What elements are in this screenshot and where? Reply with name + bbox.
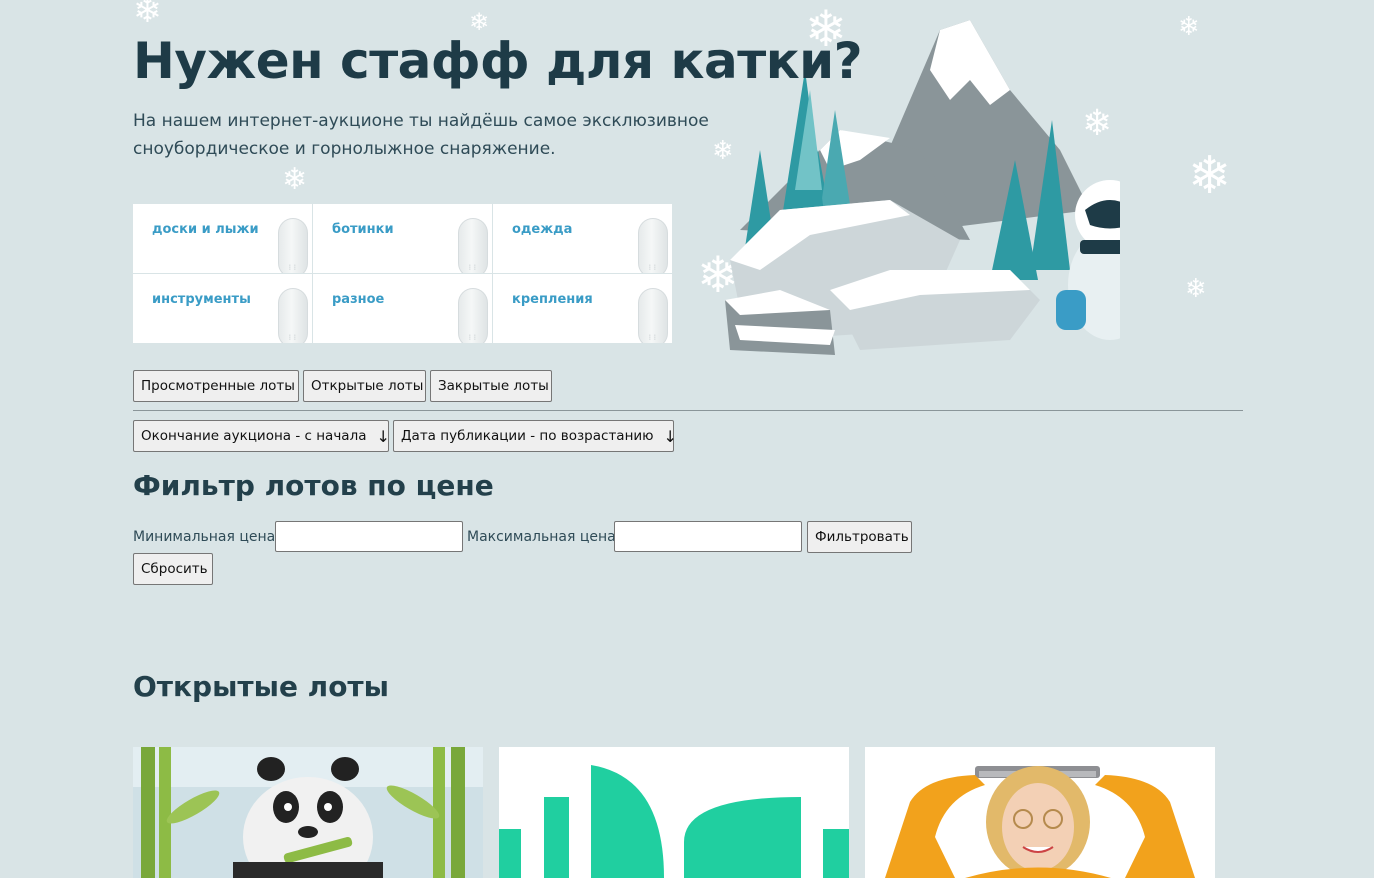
sort-end-date-button[interactable]: Окончание аукциона - с начала ↓	[133, 420, 390, 452]
category-label[interactable]: доски и лыжи	[152, 222, 259, 237]
divider	[133, 410, 1243, 411]
snowboard-icon	[458, 218, 488, 273]
panda-image	[133, 747, 483, 878]
open-lots-title: Открытые лоты	[133, 670, 389, 703]
snowboard-icon	[278, 218, 308, 273]
viewed-lots-button[interactable]: Просмотренные лоты	[133, 370, 299, 402]
closed-lots-button[interactable]: Закрытые лоты	[430, 370, 552, 402]
category-boards-skis[interactable]: доски и лыжи	[133, 204, 312, 273]
category-clothing[interactable]: одежда	[493, 204, 672, 273]
snowboard-icon	[458, 288, 488, 343]
hero-description-line: На нашем интернет-аукционе ты найдёшь са…	[133, 111, 709, 131]
snowboard-icon	[278, 288, 308, 343]
student-image	[865, 747, 1215, 878]
min-price-label: Минимальная цена:	[133, 529, 280, 545]
lot-card-image[interactable]	[865, 747, 1215, 878]
arrow-down-icon: ↓	[376, 426, 390, 446]
max-price-input[interactable]	[614, 521, 802, 552]
open-lots-button[interactable]: Открытые лоты	[303, 370, 426, 402]
category-label[interactable]: крепления	[512, 292, 593, 307]
category-boots[interactable]: ботинки	[313, 204, 492, 273]
category-label[interactable]: инструменты	[152, 292, 251, 307]
reset-button[interactable]: Сбросить	[133, 553, 213, 585]
filter-button[interactable]: Фильтровать	[807, 521, 912, 553]
category-misc[interactable]: разное	[313, 274, 492, 343]
sort-publication-date-button[interactable]: Дата публикации - по возрастанию ↓	[393, 420, 677, 452]
snowboard-icon	[638, 288, 668, 343]
max-price-label: Максимальная цена:	[467, 529, 621, 545]
arrow-down-icon: ↓	[663, 426, 677, 446]
sort-publication-date-label: Дата публикации - по возрастанию	[401, 428, 654, 444]
category-label[interactable]: ботинки	[332, 222, 394, 237]
min-price-input[interactable]	[275, 521, 463, 552]
page-title: Нужен стафф для катки?	[133, 32, 863, 90]
category-label[interactable]: разное	[332, 292, 384, 307]
category-bindings[interactable]: крепления	[493, 274, 672, 343]
filter-title: Фильтр лотов по цене	[133, 469, 494, 502]
hero-description: На нашем интернет-аукционе ты найдёшь са…	[133, 107, 733, 163]
lot-card-image[interactable]	[499, 747, 849, 878]
category-label[interactable]: одежда	[512, 222, 572, 237]
hero-description-line: сноубордическое и горнолыжное снаряжение…	[133, 139, 556, 159]
snowboard-icon	[638, 218, 668, 273]
sort-end-date-label: Окончание аукциона - с начала	[141, 428, 367, 444]
category-tools[interactable]: инструменты	[133, 274, 312, 343]
lot-card-image[interactable]	[133, 747, 483, 878]
category-grid: доски и лыжи ботинки одежда инструменты …	[133, 204, 672, 343]
logo-image	[499, 747, 849, 878]
